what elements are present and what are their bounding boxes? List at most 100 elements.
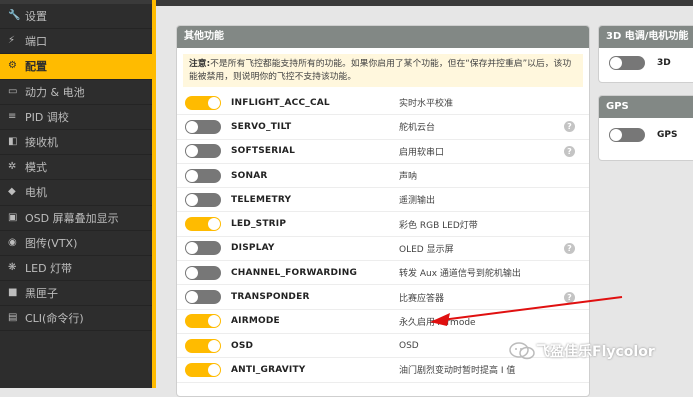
feature-toggle[interactable] xyxy=(185,241,221,256)
sidebar-item-label: 端口 xyxy=(25,35,47,49)
feature-description: 永久启用 Airmode xyxy=(399,317,476,328)
wechat-logo-icon xyxy=(509,342,535,360)
feature-row: SERVO_TILT 舵机云台? xyxy=(177,115,589,140)
sidebar-item-label: 配置 xyxy=(25,60,47,74)
toggle-knob xyxy=(208,339,220,352)
feature-name: TRANSPONDER xyxy=(231,292,310,303)
plug-icon: ⚡ xyxy=(8,35,16,47)
feature-name: LED_STRIP xyxy=(231,219,287,230)
sidebar-item-9[interactable]: ◉ 图传(VTX) xyxy=(0,231,152,256)
help-icon[interactable]: ? xyxy=(564,242,575,254)
toggle-3d[interactable] xyxy=(609,56,645,70)
sidebar-item-label: 黑匣子 xyxy=(25,287,58,301)
feature-name: INFLIGHT_ACC_CAL xyxy=(231,97,330,108)
feature-name: OSD xyxy=(231,340,254,351)
feature-description: 遥测输出 xyxy=(399,196,436,207)
feature-name-3d: 3D xyxy=(657,58,671,68)
watermark-text: 飞盈佳乐Flycolor xyxy=(536,344,655,360)
feature-toggle[interactable] xyxy=(185,217,221,232)
sidebar-item-label: LED 灯带 xyxy=(25,261,73,275)
toggle-knob xyxy=(186,120,198,133)
feature-row: CHANNEL_FORWARDING 转发 Aux 通道信号到舵机输出 xyxy=(177,261,589,286)
sidebar-item-label: 图传(VTX) xyxy=(25,236,78,250)
toggle-knob xyxy=(186,266,198,279)
feature-row-3d: 3D xyxy=(599,48,693,78)
terminal-icon: ▤ xyxy=(8,312,18,324)
feature-name: DISPLAY xyxy=(231,243,275,254)
feature-toggle[interactable] xyxy=(185,290,221,305)
feature-description: 声呐 xyxy=(399,172,418,183)
blackbox-icon: ■ xyxy=(8,287,18,299)
toggle-knob xyxy=(610,129,622,141)
toggle-knob xyxy=(186,291,198,304)
feature-list: INFLIGHT_ACC_CAL 实时水平校准 SERVO_TILT 舵机云台? SOF… xyxy=(177,91,589,383)
battery-icon: ▭ xyxy=(8,85,18,97)
panel-title: 其他功能 xyxy=(177,26,589,48)
gps-panel-title: GPS xyxy=(599,96,693,118)
esc-motor-panel: 3D 电调/电机功能 3D xyxy=(598,25,693,83)
feature-toggle[interactable] xyxy=(185,119,221,134)
esc-panel-title: 3D 电调/电机功能 xyxy=(599,26,693,48)
watermark: 飞盈佳乐Flycolor xyxy=(508,341,655,361)
help-icon[interactable]: ? xyxy=(564,121,575,133)
sidebar-item-10[interactable]: ❋ LED 灯带 xyxy=(0,256,152,282)
feature-toggle[interactable] xyxy=(185,95,221,110)
sliders-icon: ≡ xyxy=(8,110,17,122)
feature-row: SOFTSERIAL 启用软串口? xyxy=(177,140,589,164)
sidebar-item-3[interactable]: ▭ 动力 & 电池 xyxy=(0,80,152,105)
feature-toggle[interactable] xyxy=(185,168,221,183)
feature-toggle[interactable] xyxy=(185,265,221,280)
toggle-knob xyxy=(186,242,198,255)
feature-name: SONAR xyxy=(231,170,268,181)
feature-description: 启用软串口 xyxy=(399,147,445,158)
feature-toggle[interactable] xyxy=(185,338,221,353)
note-prefix: 注意: xyxy=(189,59,211,69)
feature-name: ANTI_GRAVITY xyxy=(231,364,306,375)
feature-description: 舵机云台 xyxy=(399,123,436,134)
sidebar-item-label: 动力 & 电池 xyxy=(25,85,85,99)
help-icon[interactable]: ? xyxy=(564,291,575,303)
help-icon[interactable]: ? xyxy=(564,145,575,157)
antenna-icon: ◉ xyxy=(8,236,17,248)
note-text: 不是所有飞控都能支持所有的功能。如果你启用了某个功能，但在“保存并控重启”以后，… xyxy=(189,59,572,82)
toggle-knob xyxy=(186,169,198,182)
feature-name-gps: GPS xyxy=(657,130,678,140)
sidebar-item-4[interactable]: ≡ PID 调校 xyxy=(0,105,152,130)
feature-name: CHANNEL_FORWARDING xyxy=(231,267,358,278)
sidebar-item-5[interactable]: ◧ 接收机 xyxy=(0,130,152,156)
sidebar-item-label: CLI(命令行) xyxy=(25,312,84,326)
toggle-knob xyxy=(610,57,622,69)
feature-toggle[interactable] xyxy=(185,362,221,377)
feature-description: 彩色 RGB LED灯带 xyxy=(399,220,478,231)
feature-name: SERVO_TILT xyxy=(231,121,292,132)
sidebar-item-6[interactable]: ✲ 模式 xyxy=(0,155,152,181)
toggle-knob xyxy=(186,193,198,206)
feature-toggle[interactable] xyxy=(185,192,221,207)
sidebar-item-11[interactable]: ■ 黑匣子 xyxy=(0,281,152,307)
sidebar-item-0[interactable]: 🔧 设置 xyxy=(0,4,152,30)
gear-icon: ⚙ xyxy=(8,60,17,72)
toggle-knob xyxy=(208,315,220,328)
sidebar-item-7[interactable]: ◆ 电机 xyxy=(0,180,152,206)
sidebar-item-1[interactable]: ⚡ 端口 xyxy=(0,29,152,55)
sidebar: 🔧 设置 ⚡ 端口 ⚙ 配置 ▭ 动力 & 电池 ≡ PID 调校 ◧ 接收机 ✲ 模式 ◆ 电机 ▣ OSD 屏… xyxy=(0,0,152,388)
sidebar-item-2[interactable]: ⚙ 配置 xyxy=(0,54,152,80)
active-accent-bar xyxy=(152,0,156,388)
sidebar-item-12[interactable]: ▤ CLI(命令行) xyxy=(0,306,152,332)
sidebar-item-label: OSD 屏幕叠加显示 xyxy=(25,211,119,225)
feature-toggle[interactable] xyxy=(185,314,221,329)
cog-icon: ✲ xyxy=(8,161,17,173)
feature-row: DISPLAY OLED 显示屏? xyxy=(177,237,589,262)
wrench-icon: 🔧 xyxy=(8,10,21,22)
feature-toggle[interactable] xyxy=(185,144,221,159)
toggle-gps[interactable] xyxy=(609,128,645,142)
note-box: 注意:不是所有飞控都能支持所有的功能。如果你启用了某个功能，但在“保存并控重启”… xyxy=(183,54,583,87)
feature-description: 油门剧烈变动时暂时提高 I 值 xyxy=(399,366,516,377)
feature-name: TELEMETRY xyxy=(231,194,292,205)
toggle-knob xyxy=(208,96,220,109)
feature-row: INFLIGHT_ACC_CAL 实时水平校准 xyxy=(177,91,589,116)
sidebar-item-8[interactable]: ▣ OSD 屏幕叠加显示 xyxy=(0,206,152,231)
feature-row: SONAR 声呐 xyxy=(177,164,589,189)
sidebar-item-label: 电机 xyxy=(25,186,47,200)
feature-name: SOFTSERIAL xyxy=(231,146,296,157)
